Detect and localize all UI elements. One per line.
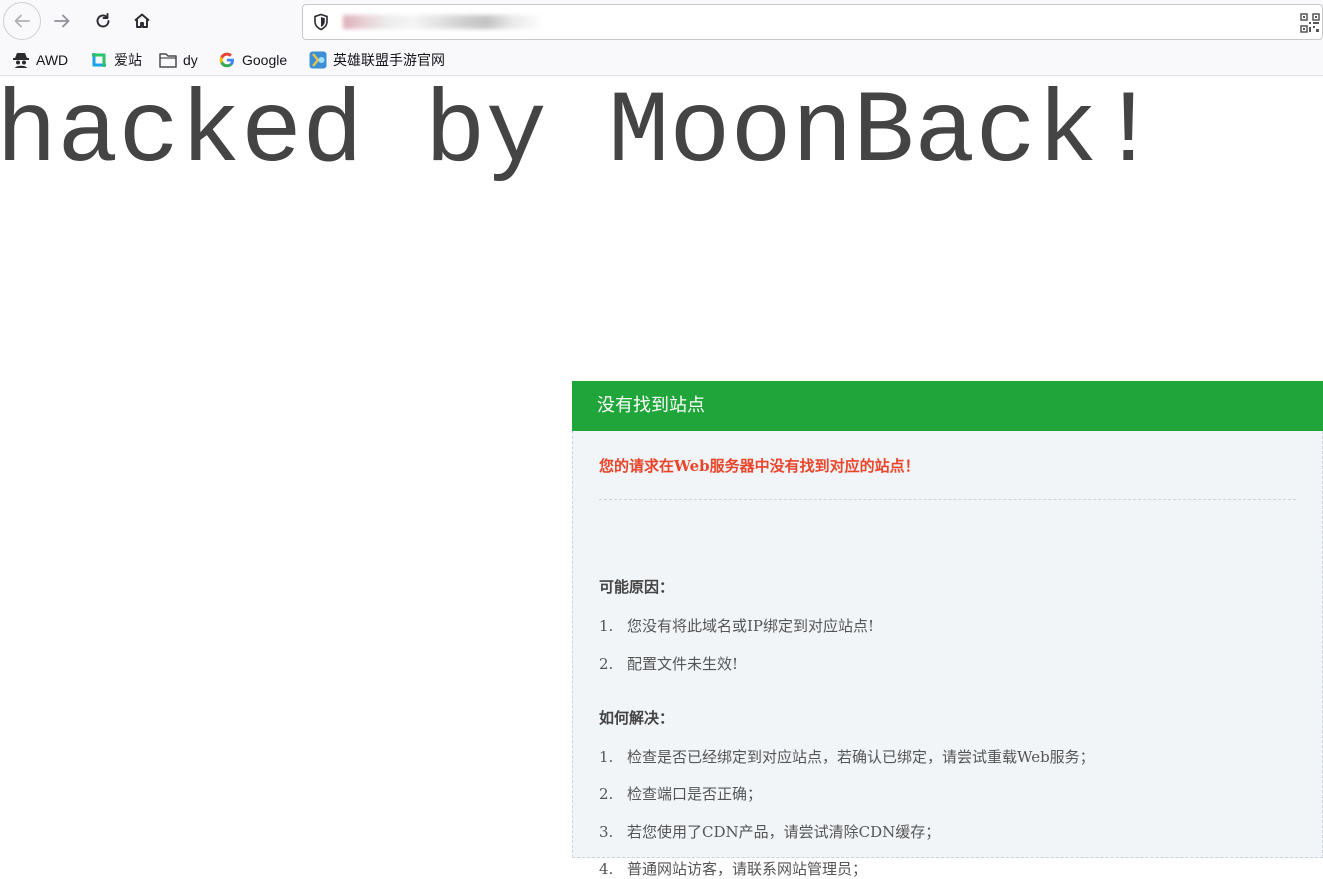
folder-icon bbox=[159, 51, 177, 69]
reload-button[interactable] bbox=[85, 3, 121, 39]
item-text: 若您使用了CDN产品，请尝试清除CDN缓存； bbox=[627, 823, 941, 841]
home-button[interactable] bbox=[124, 3, 160, 39]
solutions-title: 如何解决： bbox=[599, 709, 675, 727]
back-arrow-icon bbox=[14, 14, 30, 28]
bookmarks-toolbar: AWD 爱站 dy Google 英雄联盟手游官网 bbox=[0, 44, 1323, 76]
solution-item: 4. 普通网站访客，请联系网站管理员； bbox=[599, 858, 867, 879]
bookmark-label: 爱站 bbox=[114, 52, 142, 68]
item-text: 检查端口是否正确； bbox=[627, 785, 763, 803]
item-number: 4. bbox=[599, 860, 614, 878]
reload-icon bbox=[96, 13, 110, 28]
item-text: 您没有将此域名或IP绑定到对应站点! bbox=[627, 617, 875, 635]
reasons-title: 可能原因： bbox=[599, 578, 675, 596]
forward-button[interactable] bbox=[44, 3, 80, 39]
aizhan-icon bbox=[90, 51, 108, 69]
url-text-blurred bbox=[343, 15, 543, 29]
divider bbox=[599, 499, 1296, 500]
spy-icon bbox=[12, 51, 30, 69]
bookmark-label: 英雄联盟手游官网 bbox=[333, 52, 445, 68]
address-bar[interactable] bbox=[302, 4, 1323, 40]
site-not-found-card: 没有找到站点 您的请求在Web服务器中没有找到对应的站点！ 可能原因： 1. 您没… bbox=[572, 381, 1323, 878]
hacked-heading: hacked by MoonBack! bbox=[0, 75, 1159, 191]
bookmark-label: Google bbox=[242, 52, 288, 68]
item-text: 普通网站访客，请联系网站管理员； bbox=[627, 860, 868, 878]
card-body: 您的请求在Web服务器中没有找到对应的站点！ 可能原因： 1. 您没有将此域名或I… bbox=[572, 431, 1323, 878]
bookmark-label: dy bbox=[183, 52, 198, 68]
back-button[interactable] bbox=[3, 2, 41, 40]
browser-toolbar bbox=[0, 0, 1323, 44]
item-number: 1. bbox=[599, 748, 614, 766]
bookmark-awd[interactable]: AWD bbox=[12, 50, 68, 70]
bookmark-label: AWD bbox=[36, 52, 69, 68]
item-number: 1. bbox=[599, 617, 614, 635]
item-number: 3. bbox=[599, 823, 614, 841]
item-number: 2. bbox=[599, 655, 614, 673]
bookmark-google[interactable]: Google bbox=[218, 50, 287, 70]
home-icon bbox=[134, 13, 150, 28]
tracking-protection-shield-icon[interactable] bbox=[313, 13, 329, 35]
solution-item: 1. 检查是否已经绑定到对应站点，若确认已绑定，请尝试重载Web服务； bbox=[599, 746, 1095, 767]
lol-icon bbox=[309, 51, 327, 69]
item-text: 配置文件未生效! bbox=[627, 655, 739, 673]
card-header: 没有找到站点 bbox=[572, 381, 1323, 431]
google-icon bbox=[218, 51, 236, 69]
bookmark-lol-mobile[interactable]: 英雄联盟手游官网 bbox=[309, 50, 445, 70]
reason-item: 2. 配置文件未生效! bbox=[599, 653, 738, 674]
reason-item: 1. 您没有将此域名或IP绑定到对应站点! bbox=[599, 615, 874, 636]
bookmark-folder-dy[interactable]: dy bbox=[159, 50, 198, 70]
item-text: 检查是否已经绑定到对应站点，若确认已绑定，请尝试重载Web服务； bbox=[627, 748, 1095, 766]
item-number: 2. bbox=[599, 785, 614, 803]
bookmark-aizhan[interactable]: 爱站 bbox=[90, 50, 142, 70]
forward-arrow-icon bbox=[54, 14, 70, 28]
error-message: 您的请求在Web服务器中没有找到对应的站点！ bbox=[599, 457, 920, 475]
solution-item: 3. 若您使用了CDN产品，请尝试清除CDN缓存； bbox=[599, 821, 940, 842]
qr-code-icon[interactable] bbox=[1300, 13, 1320, 37]
solution-item: 2. 检查端口是否正确； bbox=[599, 783, 762, 804]
